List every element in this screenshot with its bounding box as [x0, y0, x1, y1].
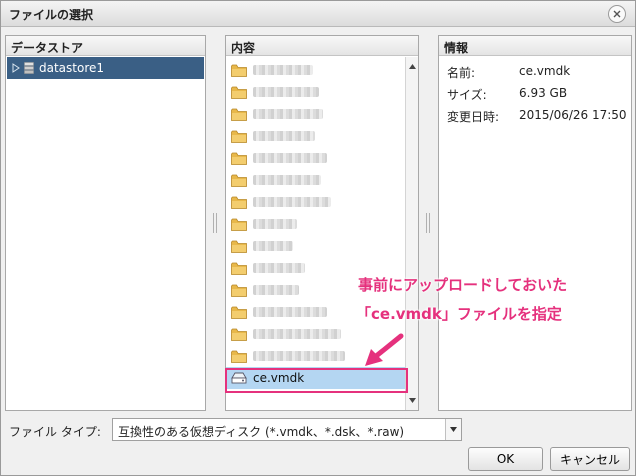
folder-item[interactable] [226, 213, 405, 235]
folder-item[interactable] [226, 81, 405, 103]
folder-item[interactable] [226, 125, 405, 147]
redacted-name [253, 241, 293, 251]
close-icon [613, 10, 621, 18]
folder-icon [231, 328, 247, 341]
panel-splitter[interactable] [426, 213, 430, 233]
redacted-name [253, 307, 327, 317]
info-value-name: ce.vmdk [519, 64, 571, 78]
redacted-name [253, 109, 323, 119]
file-type-label: ファイル タイプ: [9, 425, 101, 439]
folder-item[interactable] [226, 235, 405, 257]
redacted-name [253, 351, 345, 361]
dropdown-button[interactable] [445, 419, 461, 440]
datastore-panel-header: データストア [6, 36, 205, 56]
folder-item[interactable] [226, 169, 405, 191]
ok-button[interactable]: OK [468, 447, 543, 471]
arrow-up-icon [409, 64, 416, 69]
annotation-arrow-icon [365, 333, 404, 366]
folder-item[interactable] [226, 147, 405, 169]
folder-item[interactable] [226, 59, 405, 81]
scroll-down-button[interactable] [407, 394, 418, 407]
folder-item[interactable] [226, 103, 405, 125]
folder-icon [231, 218, 247, 231]
redacted-name [253, 197, 331, 207]
scroll-up-button[interactable] [407, 60, 418, 73]
info-value-size: 6.93 GB [519, 86, 568, 100]
info-panel: 情報 名前: ce.vmdk サイズ: 6.93 GB 変更日時: 2015/0… [438, 35, 632, 411]
info-key-modified: 変更日時: [447, 110, 500, 124]
expand-triangle-icon[interactable] [12, 63, 20, 73]
arrow-down-icon [409, 398, 416, 403]
redacted-name [253, 131, 315, 141]
folder-item[interactable] [226, 191, 405, 213]
folder-icon [231, 196, 247, 209]
folder-icon [231, 306, 247, 319]
file-name: ce.vmdk [253, 371, 305, 385]
folder-icon [231, 174, 247, 187]
folder-icon [231, 262, 247, 275]
redacted-name [253, 175, 321, 185]
info-key-name: 名前: [447, 66, 476, 80]
close-button[interactable] [608, 5, 626, 23]
datastore-label: datastore1 [39, 61, 105, 75]
folder-icon [231, 350, 247, 363]
redacted-name [253, 65, 313, 75]
annotation-line-1: 事前にアップロードしておいた [358, 276, 568, 294]
datastore-panel: データストア datastore1 [5, 35, 206, 411]
panel-splitter[interactable] [213, 213, 217, 233]
virtual-disk-icon [231, 372, 247, 384]
folder-icon [231, 284, 247, 297]
chevron-down-icon [450, 427, 457, 432]
folder-icon [231, 64, 247, 77]
content-panel-header: 内容 [226, 36, 418, 56]
folder-icon [231, 86, 247, 99]
file-select-dialog: ファイルの選択 データストア datastore1 内容 ce.vmdk 情報 … [0, 0, 636, 476]
title-bar: ファイルの選択 [1, 1, 635, 27]
folder-icon [231, 240, 247, 253]
info-panel-header: 情報 [439, 36, 631, 56]
redacted-name [253, 329, 341, 339]
file-type-value: 互換性のある仮想ディスク (*.vmdk、*.dsk、*.raw) [118, 425, 405, 439]
file-item[interactable]: ce.vmdk [226, 367, 405, 389]
annotation-line-2: 「ce.vmdk」ファイルを指定 [356, 305, 562, 323]
window-title: ファイルの選択 [9, 8, 94, 22]
redacted-name [253, 153, 327, 163]
info-key-size: サイズ: [447, 88, 487, 102]
redacted-name [253, 87, 319, 97]
file-type-select[interactable]: 互換性のある仮想ディスク (*.vmdk、*.dsk、*.raw) [112, 418, 462, 441]
redacted-name [253, 285, 299, 295]
cancel-button[interactable]: キャンセル [550, 447, 630, 471]
redacted-name [253, 219, 297, 229]
folder-icon [231, 108, 247, 121]
info-value-modified: 2015/06/26 17:50 [519, 108, 627, 122]
database-icon [24, 62, 34, 74]
datastore-item[interactable]: datastore1 [7, 57, 204, 79]
folder-icon [231, 152, 247, 165]
redacted-name [253, 263, 305, 273]
folder-icon [231, 130, 247, 143]
